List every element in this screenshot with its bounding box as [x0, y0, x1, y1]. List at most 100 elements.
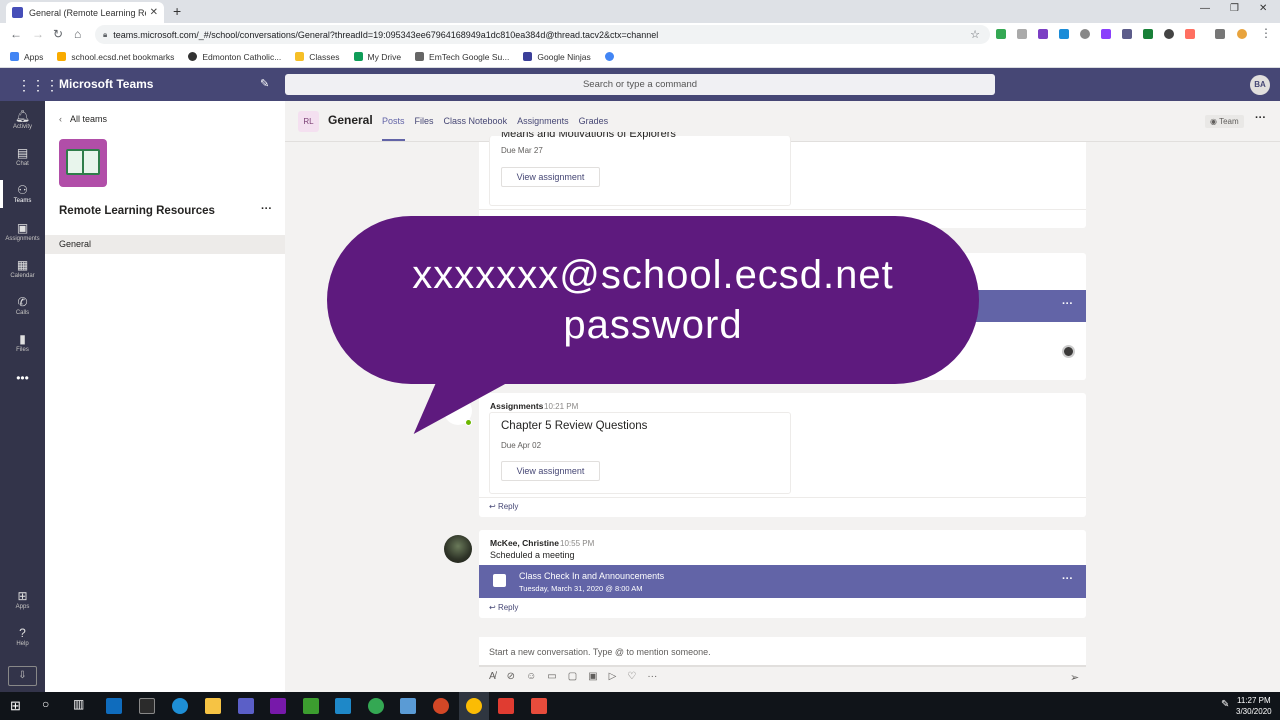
- bookmark-star-icon[interactable]: ☆: [970, 28, 980, 41]
- rail-apps[interactable]: ⊞ Apps: [0, 589, 45, 610]
- extension-icon[interactable]: [1080, 29, 1090, 39]
- reload-icon[interactable]: ↻: [53, 27, 63, 41]
- calendar-icon: [493, 574, 506, 587]
- team-more-icon[interactable]: ···: [261, 203, 272, 215]
- rail-calls[interactable]: ✆ Calls: [0, 295, 45, 316]
- edge-icon[interactable]: [172, 698, 188, 714]
- rail-teams[interactable]: ⚇ Teams: [0, 180, 45, 208]
- extension-icon[interactable]: [1143, 29, 1153, 39]
- tab-posts[interactable]: Posts: [382, 116, 405, 141]
- home-icon[interactable]: ⌂: [74, 27, 81, 41]
- pen-icon[interactable]: ✎: [1221, 699, 1229, 710]
- reply-link[interactable]: ↩ Reply: [489, 502, 518, 511]
- all-teams-link[interactable]: ‹ All teams: [59, 114, 107, 124]
- team-info-button[interactable]: ◉ Team: [1205, 115, 1244, 128]
- cast-icon[interactable]: [1215, 29, 1225, 39]
- send-icon[interactable]: ➢: [1070, 671, 1079, 684]
- more-options-icon[interactable]: ···: [647, 671, 657, 682]
- forward-icon[interactable]: →: [32, 27, 44, 41]
- meeting-more-icon[interactable]: ···: [1062, 573, 1073, 585]
- view-assignment-button[interactable]: View assignment: [501, 461, 600, 481]
- emoji-icon[interactable]: ☺: [526, 671, 536, 682]
- file-icon: ▮: [19, 332, 26, 346]
- search-icon[interactable]: ○: [42, 697, 49, 711]
- url-field[interactable]: 🔒︎ teams.microsoft.com/_#/school/convers…: [95, 25, 990, 44]
- new-chat-icon[interactable]: ✎: [260, 77, 269, 90]
- store-icon[interactable]: [139, 698, 155, 714]
- browser-tab[interactable]: General (Remote Learning Resou ✕: [6, 2, 164, 23]
- meeting-banner[interactable]: Class Check In and Announcements Tuesday…: [479, 565, 1086, 598]
- download-app-icon[interactable]: ⇩: [8, 666, 37, 686]
- extension-icon[interactable]: [996, 29, 1006, 39]
- praise-icon[interactable]: ♡: [627, 671, 636, 682]
- gif-icon[interactable]: ▭: [547, 671, 556, 682]
- rail-more-icon[interactable]: •••: [0, 371, 45, 385]
- bookmark-folder[interactable]: school.ecsd.net bookmarks: [57, 52, 174, 62]
- back-icon[interactable]: ←: [10, 27, 22, 41]
- windows-start-icon[interactable]: ⊞: [10, 698, 21, 714]
- outlook-icon[interactable]: [106, 698, 122, 714]
- channel-item-general[interactable]: General: [45, 235, 285, 254]
- format-icon[interactable]: A̸: [489, 671, 496, 682]
- extension-icon[interactable]: [1059, 29, 1069, 39]
- bookmark-item[interactable]: Google Ninjas: [523, 52, 591, 62]
- extension-icon[interactable]: [1122, 29, 1132, 39]
- rail-activity[interactable]: 🔔︎ Activity: [0, 109, 45, 130]
- reply-link[interactable]: ↩ Reply: [489, 603, 518, 612]
- skype-icon[interactable]: [335, 698, 351, 714]
- stream-icon[interactable]: ▷: [609, 671, 617, 682]
- user-avatar[interactable]: BA: [1250, 75, 1270, 95]
- profile-avatar-icon[interactable]: [1237, 29, 1247, 39]
- team-logo: [59, 139, 107, 187]
- bookmark-item[interactable]: My Drive: [353, 52, 401, 62]
- extension-icon[interactable]: [1038, 29, 1048, 39]
- meet-now-icon[interactable]: ▣: [588, 671, 597, 682]
- browser-menu-icon[interactable]: ⋮: [1260, 26, 1272, 40]
- tab-assignments[interactable]: Assignments: [517, 116, 569, 126]
- channel-tabs: Posts Files Class Notebook Assignments G…: [382, 116, 609, 141]
- tab-grades[interactable]: Grades: [579, 116, 609, 126]
- chrome-active-icon[interactable]: [466, 698, 482, 714]
- app-launcher-icon[interactable]: ⋮⋮⋮: [17, 77, 59, 94]
- rail-chat[interactable]: ▤ Chat: [0, 146, 45, 167]
- bookmark-apps[interactable]: Apps: [10, 52, 43, 62]
- tab-files[interactable]: Files: [415, 116, 434, 126]
- bookmark-item[interactable]: [604, 52, 614, 61]
- view-assignment-button[interactable]: View assignment: [501, 167, 600, 187]
- extension-icon[interactable]: [1101, 29, 1111, 39]
- powerpoint-icon[interactable]: [433, 698, 449, 714]
- bookmark-item[interactable]: Classes: [295, 52, 340, 62]
- extension-icon[interactable]: [1185, 29, 1195, 39]
- file-explorer-icon[interactable]: [205, 698, 221, 714]
- assignment-title: Chapter 5 Review Questions: [501, 420, 648, 432]
- snagit-icon[interactable]: [498, 698, 514, 714]
- attach-icon[interactable]: ⊘: [507, 671, 515, 682]
- system-clock[interactable]: 11:27 PM 3/30/2020: [1236, 695, 1272, 717]
- close-tab-icon[interactable]: ✕: [150, 7, 158, 18]
- bookmark-item[interactable]: EmTech Google Su...: [415, 52, 509, 62]
- minimize-icon[interactable]: —: [1200, 3, 1210, 14]
- chrome-icon[interactable]: [368, 698, 384, 714]
- app-icon[interactable]: [531, 698, 547, 714]
- restore-icon[interactable]: ❐: [1230, 3, 1239, 14]
- camtasia-icon[interactable]: [303, 698, 319, 714]
- teams-app-icon[interactable]: [238, 698, 254, 714]
- close-window-icon[interactable]: ✕: [1259, 3, 1267, 14]
- rail-calendar[interactable]: ▦ Calendar: [0, 258, 45, 279]
- new-tab-icon[interactable]: +: [173, 3, 181, 19]
- new-conversation-input[interactable]: Start a new conversation. Type @ to ment…: [479, 637, 1086, 667]
- rail-help[interactable]: ? Help: [0, 626, 45, 647]
- sticker-icon[interactable]: ▢: [568, 671, 577, 682]
- app-icon[interactable]: [400, 698, 416, 714]
- rail-files[interactable]: ▮ Files: [0, 332, 45, 353]
- tab-class-notebook[interactable]: Class Notebook: [444, 116, 508, 126]
- extension-icon[interactable]: [1017, 29, 1027, 39]
- onenote-icon[interactable]: [270, 698, 286, 714]
- power-extension-icon[interactable]: [1164, 29, 1174, 39]
- channel-more-icon[interactable]: ···: [1255, 112, 1266, 124]
- bookmark-item[interactable]: Edmonton Catholic...: [188, 52, 281, 62]
- rail-assignments[interactable]: ▣ Assignments: [0, 221, 45, 242]
- task-view-icon[interactable]: ▥: [73, 697, 84, 711]
- search-input[interactable]: Search or type a command: [285, 74, 995, 95]
- meeting-more-icon[interactable]: ···: [1062, 298, 1073, 310]
